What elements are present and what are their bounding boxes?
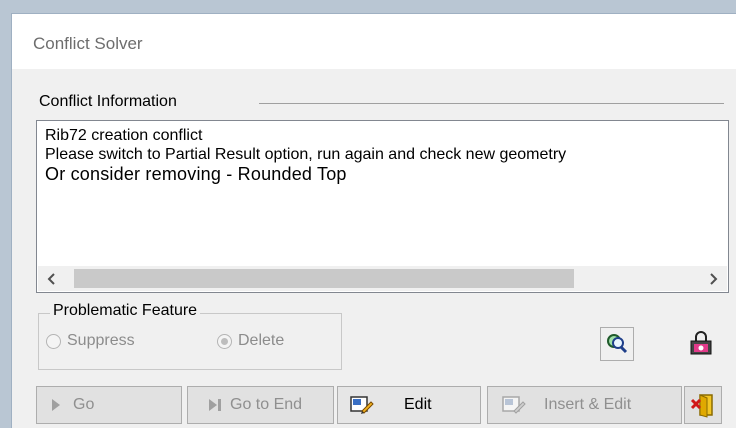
edit-label: Edit (404, 396, 432, 413)
radio-circle-checked (217, 333, 232, 349)
window-title: Conflict Solver (33, 34, 143, 53)
conflict-message-line: Rib72 creation conflict (45, 127, 203, 144)
conflict-information-textbox[interactable]: Rib72 creation conflict Please switch to… (36, 120, 729, 293)
conflict-message-line: Please switch to Partial Result option, … (45, 146, 567, 163)
radio-circle (46, 333, 61, 349)
go-to-end-button[interactable]: Go to End (187, 386, 334, 424)
edit-feature-icon (350, 395, 374, 415)
reframe-button[interactable] (600, 327, 634, 361)
suppress-label: Suppress (67, 332, 135, 349)
exit-door-icon (690, 394, 713, 418)
problematic-feature-label: Problematic Feature (50, 302, 201, 320)
scrollbar-thumb[interactable] (74, 269, 574, 288)
group-divider (259, 103, 724, 104)
horizontal-scrollbar[interactable] (38, 266, 727, 291)
scroll-right-button[interactable] (699, 266, 727, 291)
exit-button[interactable] (684, 386, 722, 424)
reframe-geometry-icon (607, 334, 628, 354)
scroll-left-button[interactable] (38, 266, 66, 291)
insert-edit-button[interactable]: Insert & Edit (487, 386, 682, 424)
conflict-solver-window: Conflict Solver Conflict Information Rib… (11, 13, 736, 428)
skip-to-end-icon (208, 398, 222, 412)
camera-lock-icon (690, 331, 712, 355)
delete-radio[interactable]: Delete (217, 332, 284, 350)
go-to-end-label: Go to End (230, 396, 303, 413)
go-label: Go (73, 396, 95, 413)
play-arrow-icon (51, 398, 61, 412)
delete-label: Delete (238, 332, 285, 349)
go-button[interactable]: Go (36, 386, 182, 424)
conflict-message-line: Or consider removing - Rounded Top (45, 164, 347, 184)
chevron-right-icon (710, 272, 718, 285)
chevron-left-icon (47, 272, 55, 285)
conflict-information-label: Conflict Information (39, 93, 177, 110)
suppress-radio[interactable]: Suppress (46, 332, 135, 350)
title-bar: Conflict Solver (12, 14, 736, 69)
insert-edit-label: Insert & Edit (544, 396, 632, 413)
capture-button[interactable] (684, 327, 718, 361)
insert-edit-icon (502, 395, 526, 415)
edit-button[interactable]: Edit (337, 386, 481, 424)
